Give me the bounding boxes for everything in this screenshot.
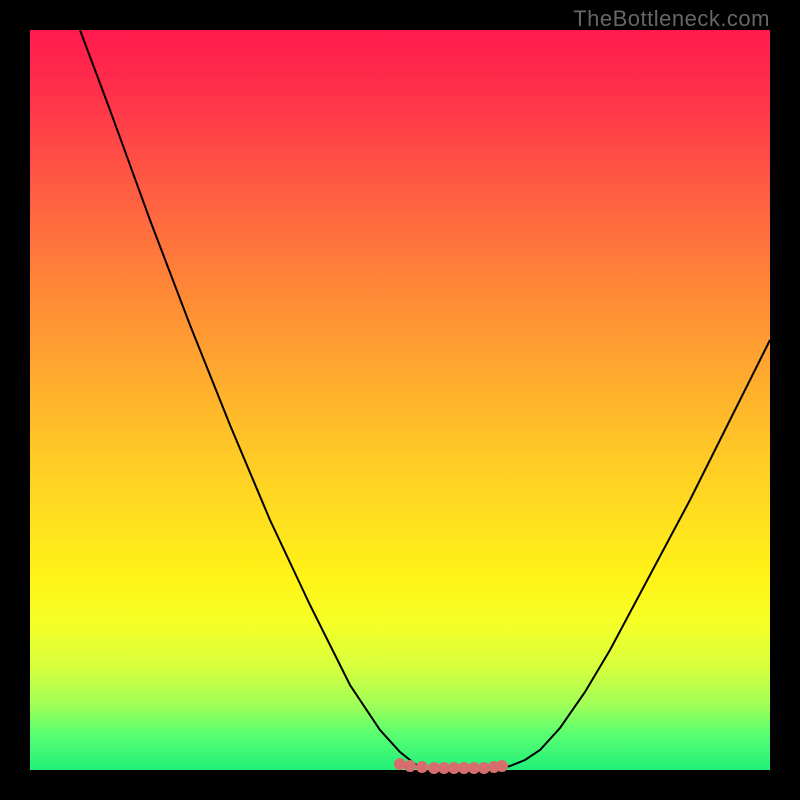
chart-svg: [30, 30, 770, 770]
right-curve: [502, 340, 770, 768]
bottom-dot: [404, 760, 416, 772]
left-curve: [80, 30, 425, 768]
attribution-text: TheBottleneck.com: [573, 6, 770, 32]
bottom-dot: [496, 760, 508, 772]
bottom-dot: [416, 761, 428, 773]
plot-area: [30, 30, 770, 770]
bottom-dots: [394, 758, 508, 774]
chart-frame: TheBottleneck.com: [0, 0, 800, 800]
bottom-dot: [394, 758, 406, 770]
